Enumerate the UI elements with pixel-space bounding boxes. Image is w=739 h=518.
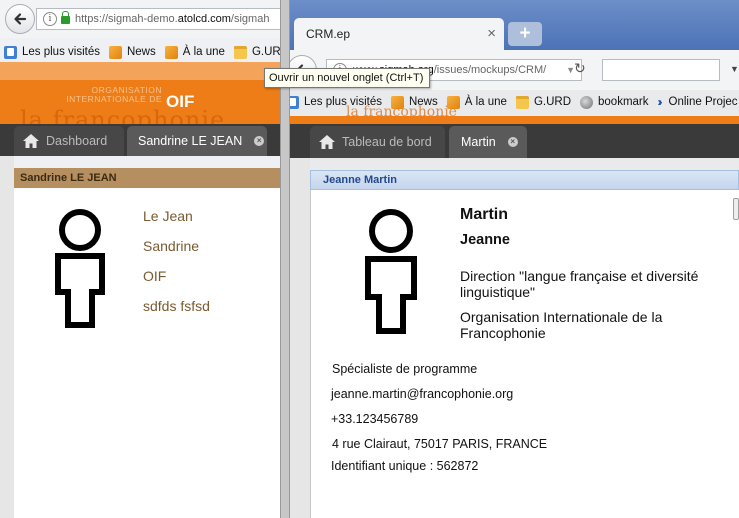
left-browser-window: i https://sigmah-demo.atolcd.com/sigmah L…	[0, 0, 280, 518]
left-navigation-bar: i https://sigmah-demo.atolcd.com/sigmah	[0, 0, 280, 38]
contact-organization: Organisation Internationale de la Franco…	[460, 309, 663, 341]
tab-sandrine-le-jean[interactable]: Sandrine LE JEAN ×	[127, 126, 267, 156]
bookmark-star-icon	[4, 45, 17, 59]
bookmark-bookmark[interactable]: bookmark	[580, 95, 649, 109]
tab-label: Tableau de bord	[342, 135, 432, 149]
contact-phone: +33.123456789	[331, 412, 419, 426]
bookmark-news[interactable]: News	[108, 45, 156, 59]
organisation-text: ORGANISATION INTERNATIONALE DE	[66, 86, 162, 104]
bookmark-label: G.URD	[251, 46, 280, 58]
plus-icon: +	[519, 23, 531, 44]
new-tab-button[interactable]: +	[508, 22, 542, 46]
double-chevron-icon: ››	[657, 94, 663, 109]
folder-icon	[515, 95, 529, 109]
search-box[interactable]	[602, 59, 720, 81]
browser-tab-title: CRM.ep	[306, 27, 351, 41]
contact-first-name: Jeanne	[460, 232, 510, 248]
bookmark-online-projec[interactable]: ›› Online Projec	[657, 94, 738, 109]
url-domain: atolcd.com	[177, 13, 231, 25]
rss-icon	[164, 45, 178, 59]
contact-header: Sandrine LE JEAN	[14, 168, 280, 188]
field-first-name: Sandrine	[143, 238, 200, 254]
tab-label: Dashboard	[46, 134, 108, 148]
org-line-2: INTERNATIONALE DE	[66, 94, 162, 104]
contact-direction: Direction "langue française et diversité…	[460, 268, 699, 300]
new-tab-tooltip: Ouvrir un nouvel onglet (Ctrl+T)	[264, 68, 430, 88]
reload-icon[interactable]: ↻	[574, 60, 586, 77]
contact-unique-id: Identifiant unique : 562872	[331, 459, 479, 473]
url-suffix: /sigmah	[230, 13, 270, 25]
home-icon	[23, 134, 39, 148]
close-tab-icon[interactable]: ×	[254, 136, 265, 146]
left-url-bar[interactable]: i https://sigmah-demo.atolcd.com/sigmah	[36, 8, 280, 30]
field-organization: OIF	[143, 268, 167, 284]
left-gutter	[290, 158, 310, 518]
left-gutter	[0, 156, 14, 518]
rss-icon	[108, 45, 122, 59]
contact-address: 4 rue Clairaut, 75017 PARIS, FRANCE	[332, 437, 548, 451]
person-icon	[365, 209, 417, 334]
orange-strip	[290, 116, 739, 124]
tab-tableau-de-bord[interactable]: Tableau de bord	[310, 126, 445, 158]
bookmark-star-icon	[290, 95, 299, 109]
close-icon[interactable]: ×	[487, 18, 496, 50]
bookmark-gurd[interactable]: G.URD	[515, 95, 572, 109]
person-icon	[55, 209, 105, 328]
field-last-name: Le Jean	[143, 208, 193, 224]
bookmark-a-la-une[interactable]: À la une	[164, 45, 225, 59]
right-title-bar: CRM.ep × +	[290, 0, 739, 50]
bookmark-label: bookmark	[598, 96, 649, 108]
browser-tab-crm[interactable]: CRM.ep ×	[294, 18, 504, 50]
menu-arrow-icon[interactable]: ▼	[730, 64, 739, 74]
bookmark-label: G.URD	[533, 96, 572, 108]
bookmark-label: Les plus visités	[22, 46, 100, 58]
bookmark-les-plus-visites[interactable]: Les plus visités	[4, 45, 100, 59]
home-icon	[319, 135, 335, 149]
right-app-tab-bar: Tableau de bord Martin ×	[290, 124, 739, 158]
orange-strip	[0, 62, 280, 80]
bookmark-label: À la une	[464, 96, 507, 108]
tab-label: Sandrine LE JEAN	[138, 134, 243, 148]
contact-last-name: Martin	[460, 206, 508, 223]
bookmark-label: Online Projec	[668, 96, 738, 108]
tab-label: Martin	[461, 135, 496, 149]
oif-banner: ORGANISATION INTERNATIONALE DE OIF la fr…	[0, 80, 280, 134]
url-suffix: /issues/mockups/CRM/	[433, 64, 547, 76]
globe-icon	[580, 95, 594, 109]
bookmark-gurd[interactable]: G.URD	[233, 45, 280, 59]
scroll-handle[interactable]	[733, 198, 739, 220]
tab-dashboard[interactable]: Dashboard	[14, 126, 124, 156]
field-notes: sdfds fsfsd	[143, 298, 210, 314]
bookmark-label: À la une	[182, 46, 225, 58]
site-info-icon[interactable]: i	[43, 12, 57, 27]
url-prefix: https://sigmah-demo.	[75, 13, 178, 25]
contact-role: Spécialiste de programme	[332, 362, 478, 376]
lock-icon	[61, 11, 70, 25]
back-button[interactable]	[5, 4, 35, 34]
contact-email[interactable]: jeanne.martin@francophonie.org	[331, 387, 513, 401]
close-tab-icon[interactable]: ×	[507, 137, 518, 147]
left-app-tab-bar: Dashboard Sandrine LE JEAN ×	[0, 124, 280, 156]
bookmark-label: News	[126, 46, 156, 58]
contact-header: Jeanne Martin	[310, 170, 739, 190]
tab-martin[interactable]: Martin ×	[449, 126, 527, 158]
folder-icon	[233, 45, 247, 59]
back-arrow-icon	[14, 13, 27, 25]
